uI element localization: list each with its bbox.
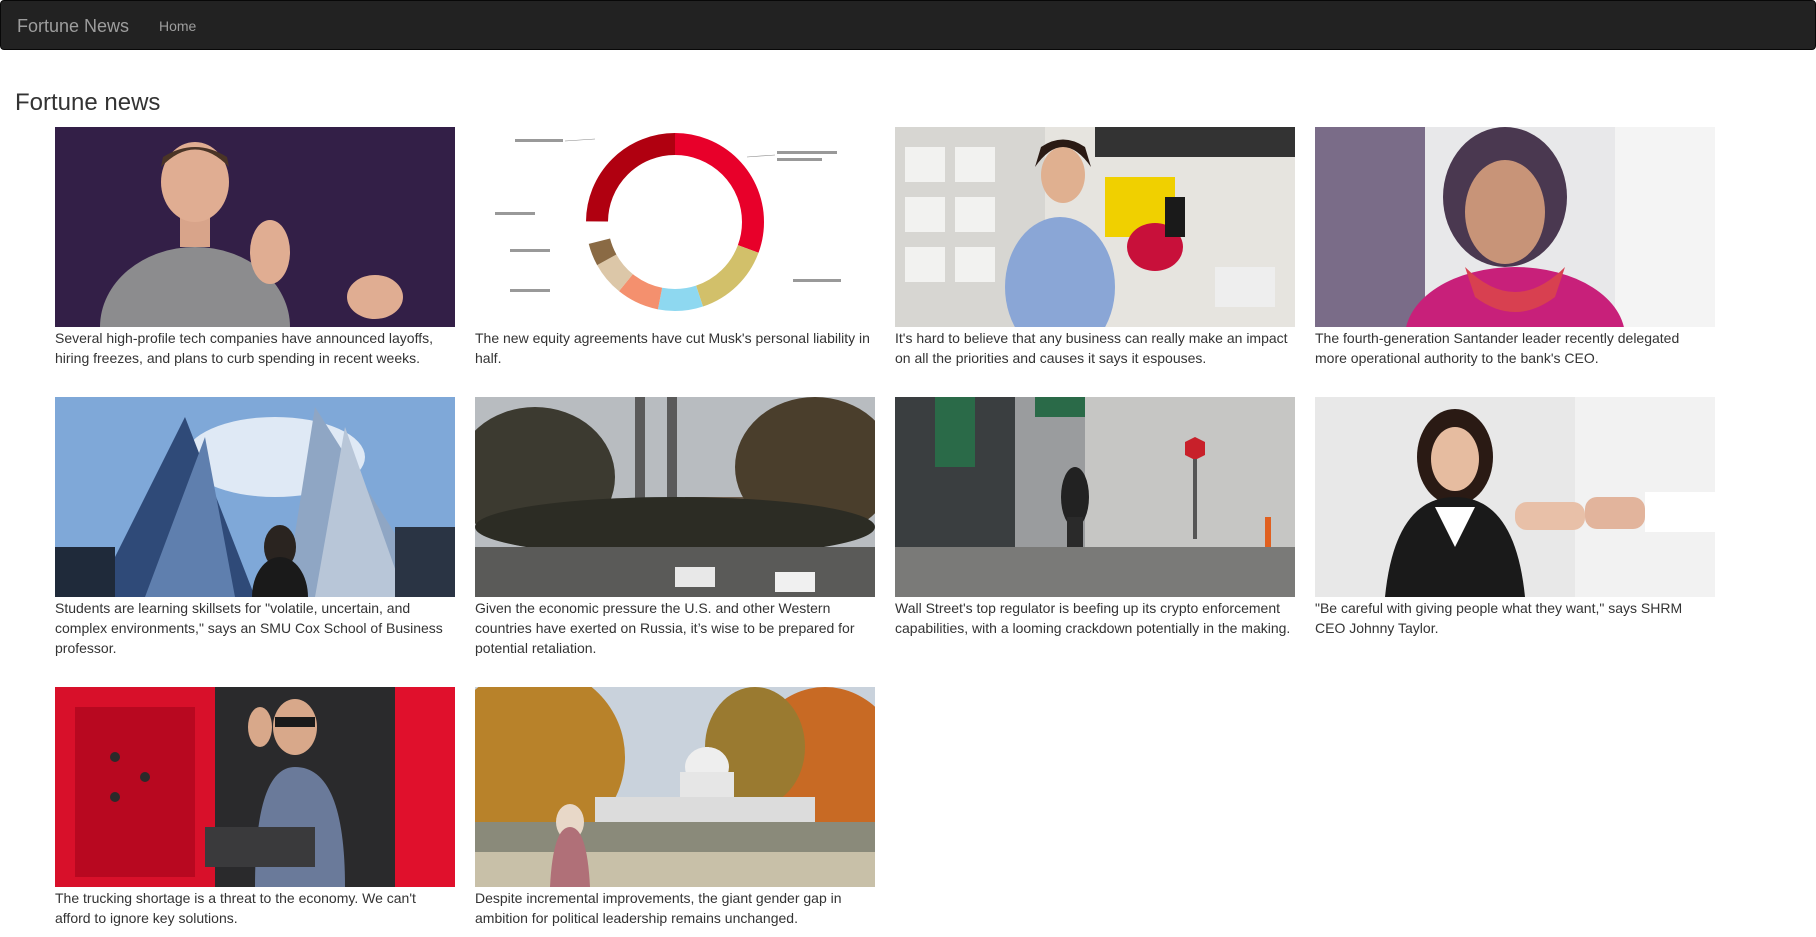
news-card: Students are learning skillsets for "vol… [55, 397, 455, 658]
article-caption[interactable]: Students are learning skillsets for "vol… [55, 598, 455, 658]
news-card: It's hard to believe that any business c… [895, 127, 1295, 368]
article-caption[interactable]: The new equity agreements have cut Musk'… [475, 328, 875, 368]
news-card: The fourth-generation Santander leader r… [1315, 127, 1715, 368]
article-caption[interactable]: It's hard to believe that any business c… [895, 328, 1295, 368]
article-caption[interactable]: Given the economic pressure the U.S. and… [475, 598, 875, 658]
page-title: Fortune news [15, 89, 161, 116]
executive-portrait-photo[interactable] [1315, 127, 1715, 327]
news-card: The trucking shortage is a threat to the… [55, 687, 455, 928]
ownership-donut-chart-image[interactable] [475, 127, 875, 327]
news-card: Given the economic pressure the U.S. and… [475, 397, 875, 658]
article-caption[interactable]: Wall Street's top regulator is beefing u… [895, 598, 1295, 638]
business-handshake-photo[interactable] [1315, 397, 1715, 597]
lab-researcher-photo[interactable] [895, 127, 1295, 327]
top-navbar: Fortune News Home [0, 0, 1816, 50]
news-card: The new equity agreements have cut Musk'… [475, 127, 875, 368]
article-caption[interactable]: "Be careful with giving people what they… [1315, 598, 1715, 638]
brand-link[interactable]: Fortune News [17, 15, 129, 37]
article-caption[interactable]: The fourth-generation Santander leader r… [1315, 328, 1715, 368]
nav-home-link[interactable]: Home [159, 17, 196, 35]
news-card: Wall Street's top regulator is beefing u… [895, 397, 1295, 638]
skyscrapers-photo[interactable] [55, 397, 455, 597]
news-card: "Be careful with giving people what they… [1315, 397, 1715, 638]
news-card: Several high-profile tech companies have… [55, 127, 455, 368]
article-caption[interactable]: The trucking shortage is a threat to the… [55, 888, 455, 928]
city-street-pedestrian-photo[interactable] [895, 397, 1295, 597]
news-card: Despite incremental improvements, the gi… [475, 687, 875, 928]
truck-driver-photo[interactable] [55, 687, 455, 887]
smokestacks-street-photo[interactable] [475, 397, 875, 597]
article-caption[interactable]: Despite incremental improvements, the gi… [475, 888, 875, 928]
article-caption[interactable]: Several high-profile tech companies have… [55, 328, 455, 368]
person-speaking-on-stage-photo[interactable] [55, 127, 455, 327]
capitol-building-photo[interactable] [475, 687, 875, 887]
